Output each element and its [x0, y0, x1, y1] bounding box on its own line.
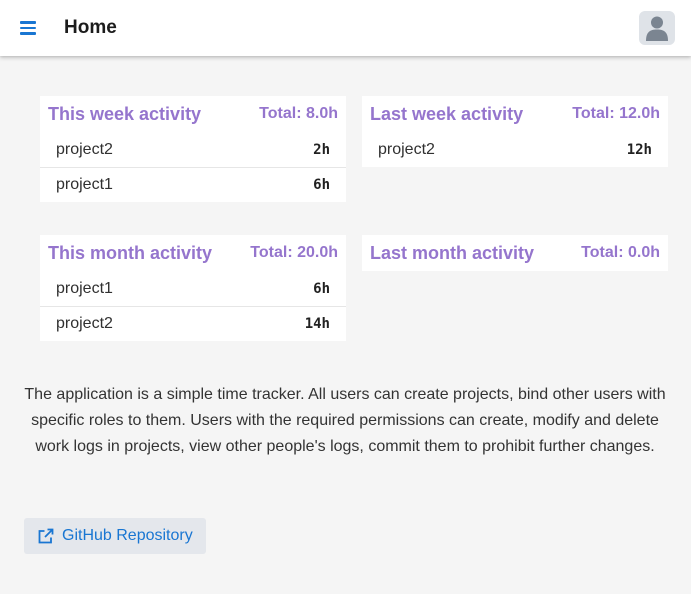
github-repository-button[interactable]: GitHub Repository: [24, 518, 206, 554]
card-title: This month activity: [48, 242, 213, 263]
project-name: project1: [56, 279, 113, 297]
project-name: project2: [56, 315, 113, 332]
project-hours: 6h: [313, 280, 330, 297]
card-total: Total: 0.0h: [581, 244, 660, 261]
card-total: Total: 8.0h: [259, 105, 338, 122]
project-hours: 6h: [313, 177, 330, 193]
project-hours: 12h: [626, 141, 652, 158]
card-total: Total: 12.0h: [572, 105, 660, 122]
list-item: project1 6h: [40, 271, 346, 306]
card-last-week: Last week activity Total: 12.0h project2…: [362, 96, 668, 167]
project-hours: 2h: [313, 141, 330, 158]
project-name: project1: [56, 176, 113, 193]
app-description: The application is a simple time tracker…: [24, 386, 666, 455]
list-item: project2 2h: [40, 132, 346, 167]
user-avatar-icon[interactable]: [639, 11, 675, 45]
external-link-icon: [37, 527, 55, 545]
card-title: This week activity: [48, 103, 202, 124]
project-name: project2: [378, 140, 435, 158]
list-item: project1 6h: [40, 167, 346, 202]
card-total: Total: 20.0h: [250, 244, 338, 261]
card-this-week: This week activity Total: 8.0h project2 …: [40, 96, 346, 202]
github-button-label: GitHub Repository: [62, 527, 193, 544]
card-title: Last week activity: [370, 103, 524, 124]
list-item: project2 14h: [40, 306, 346, 341]
project-name: project2: [56, 140, 113, 158]
project-hours: 14h: [304, 316, 330, 332]
card-title: Last month activity: [370, 242, 535, 263]
menu-icon[interactable]: [14, 14, 42, 42]
app-bar: Home: [0, 0, 691, 56]
page-title: Home: [64, 17, 117, 38]
card-this-month: This month activity Total: 20.0h project…: [40, 235, 346, 341]
card-last-month: Last month activity Total: 0.0h: [362, 235, 668, 271]
list-item: project2 12h: [362, 132, 668, 167]
